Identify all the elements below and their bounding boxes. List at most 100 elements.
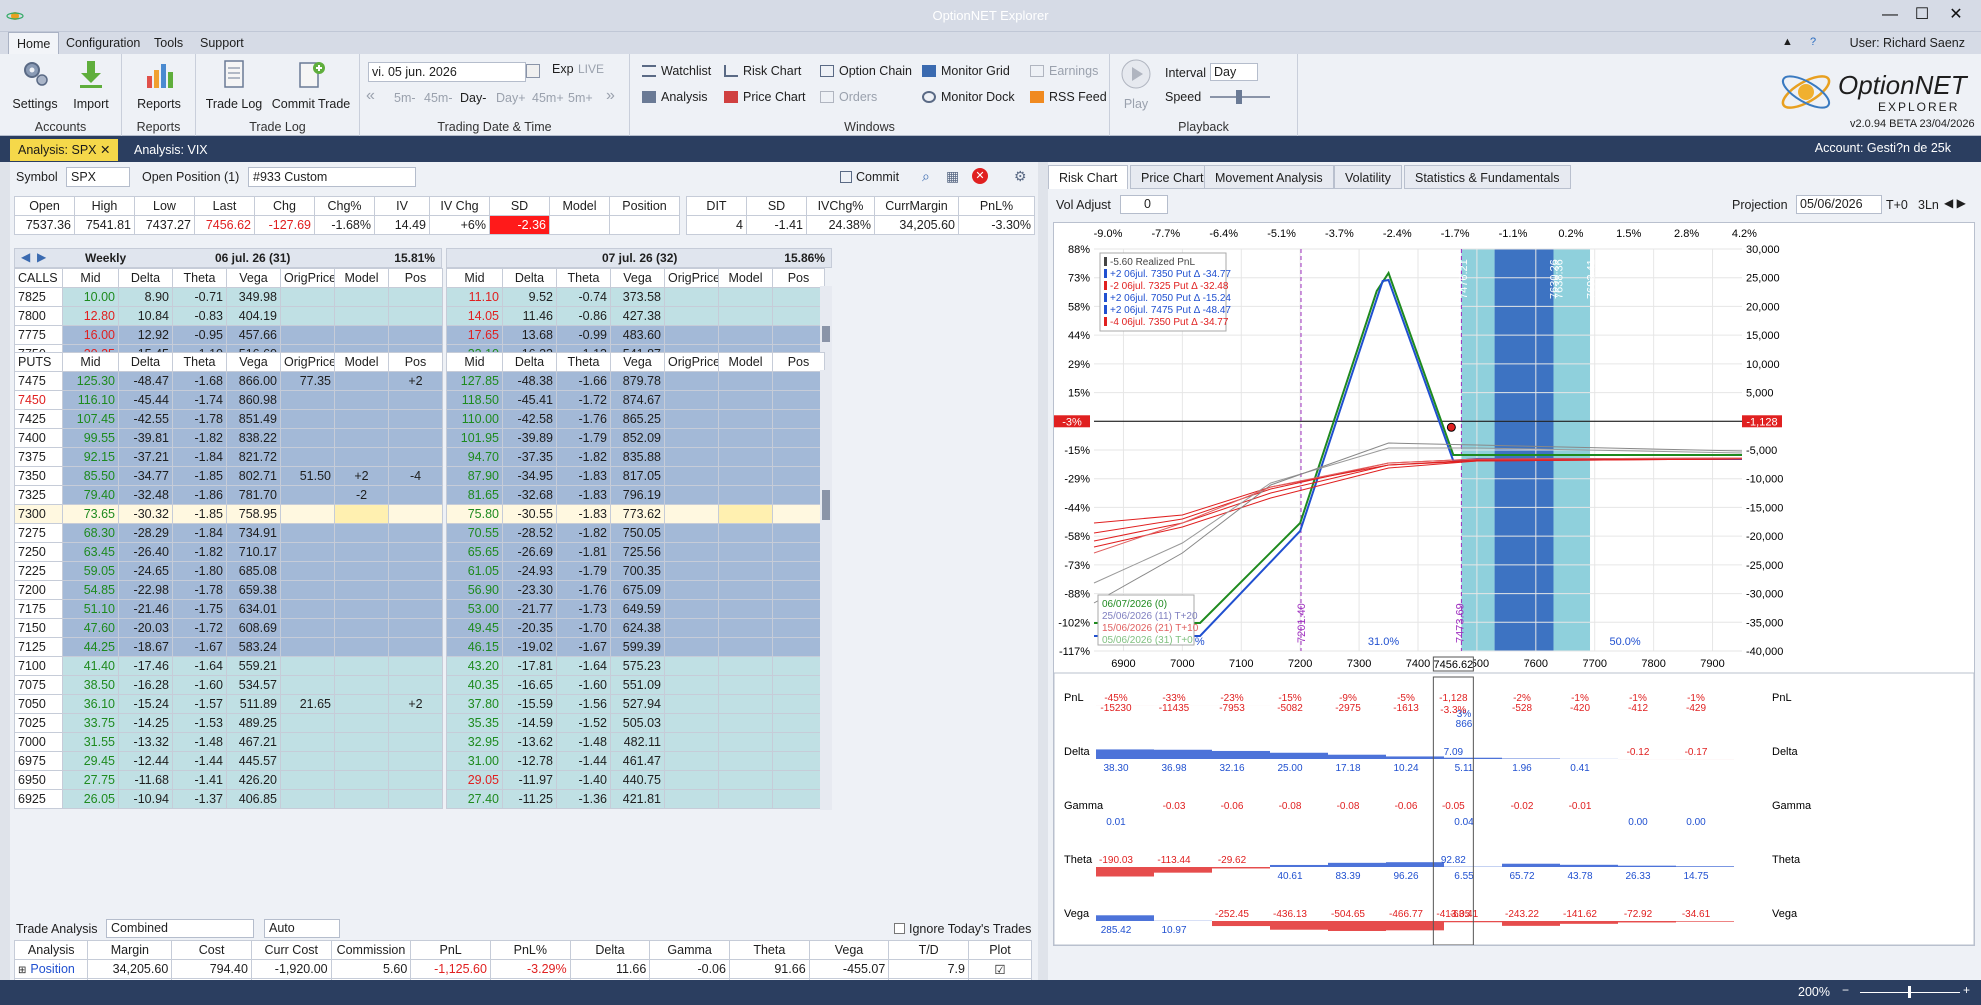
chain-cell[interactable] xyxy=(334,447,389,467)
watchlist-button[interactable]: Watchlist xyxy=(642,64,711,78)
chain-cell[interactable]: -4 xyxy=(388,466,443,486)
analysis-row[interactable]: ⊞ Position 34,205.60 794.40 -1,920.00 5.60 -1,… xyxy=(13,959,1033,979)
chain-cell[interactable] xyxy=(772,485,825,505)
chain-row[interactable]: 110.00 -42.58 -1.76 865.25 xyxy=(446,409,825,429)
risk-chart[interactable]: 6900 7000 7100 7200 7300 7400 7500 7600 7700 7800… xyxy=(1053,222,1975,946)
chain-row[interactable]: 35.35 -14.59 -1.52 505.03 xyxy=(446,713,825,733)
gear-icon[interactable]: ⚙ xyxy=(1014,168,1027,185)
chain-cell[interactable] xyxy=(388,428,443,448)
chain-row[interactable]: 7325 79.40 -32.48 -1.86 781.70 -2 xyxy=(14,485,443,505)
reports-button[interactable]: Reports xyxy=(132,58,186,111)
chain-cell[interactable] xyxy=(388,675,443,695)
chain-cell[interactable] xyxy=(772,694,825,714)
chain-cell[interactable] xyxy=(772,447,825,467)
trade-log-button[interactable]: Trade Log xyxy=(204,58,264,111)
rss-feed-button[interactable]: RSS Feed xyxy=(1030,90,1107,104)
close-tab-icon[interactable]: ✕ xyxy=(100,143,110,157)
risk-chart-button[interactable]: Risk Chart xyxy=(724,64,801,78)
chain-cell[interactable] xyxy=(772,371,825,391)
chain-row[interactable]: 7000 31.55 -13.32 -1.48 467.21 xyxy=(14,732,443,752)
help-icon[interactable]: ? xyxy=(1810,36,1816,48)
chain-cell[interactable] xyxy=(664,504,719,524)
chain-cell[interactable] xyxy=(280,542,335,562)
chain-cell[interactable] xyxy=(280,390,335,410)
chain-cell[interactable] xyxy=(334,789,389,809)
plot-checkbox[interactable]: ☑ xyxy=(967,959,1033,979)
analysis-row-name[interactable]: ⊞ Position xyxy=(13,959,89,979)
chain-row[interactable]: 46.15 -19.02 -1.67 599.39 xyxy=(446,637,825,657)
chain-row[interactable]: 7800 12.80 10.84 -0.83 404.19 xyxy=(14,306,443,326)
chain-cell[interactable] xyxy=(334,306,389,326)
chain-cell[interactable] xyxy=(280,504,335,524)
tab-analysis-spx[interactable]: Analysis: SPX ✕ xyxy=(10,139,119,161)
chain-cell[interactable]: -2 xyxy=(334,485,389,505)
menu-support[interactable]: Support xyxy=(192,32,252,54)
chain-cell[interactable] xyxy=(718,561,773,581)
chain-cell[interactable] xyxy=(664,466,719,486)
chain-cell[interactable] xyxy=(334,656,389,676)
chain-cell[interactable] xyxy=(388,789,443,809)
chain-cell[interactable] xyxy=(388,637,443,657)
chain-cell[interactable] xyxy=(334,694,389,714)
chain-cell[interactable] xyxy=(388,618,443,638)
chain-cell[interactable] xyxy=(388,770,443,790)
chain-cell[interactable] xyxy=(334,580,389,600)
chain-cell[interactable] xyxy=(718,390,773,410)
chain-cell[interactable] xyxy=(664,770,719,790)
prev-expiration-icon[interactable]: ◀ xyxy=(21,250,30,264)
chain-row[interactable]: 14.05 11.46 -0.86 427.38 xyxy=(446,306,825,326)
chain-cell[interactable] xyxy=(664,580,719,600)
collapse-ribbon-icon[interactable]: ▲ xyxy=(1782,36,1793,48)
zoom-in-icon[interactable]: + xyxy=(1963,983,1970,997)
chain-row[interactable]: 70.55 -28.52 -1.82 750.05 xyxy=(446,523,825,543)
chain-cell[interactable] xyxy=(664,618,719,638)
tplus-label[interactable]: T+0 xyxy=(1886,198,1908,212)
chain-cell[interactable] xyxy=(772,504,825,524)
chain-cell[interactable] xyxy=(718,287,773,307)
chain-cell[interactable] xyxy=(280,599,335,619)
chain-cell[interactable] xyxy=(334,618,389,638)
tab-risk-chart[interactable]: Risk Chart xyxy=(1048,165,1129,189)
minimize-button[interactable]: — xyxy=(1875,4,1905,26)
chain-cell[interactable] xyxy=(664,447,719,467)
chain-row[interactable]: 29.05 -11.97 -1.40 440.75 xyxy=(446,770,825,790)
chain-cell[interactable] xyxy=(280,789,335,809)
tab-analysis-vix[interactable]: Analysis: VIX xyxy=(126,139,216,161)
import-button[interactable]: Import xyxy=(66,58,116,111)
chain-row[interactable]: 7175 51.10 -21.46 -1.75 634.01 xyxy=(14,599,443,619)
chain-row[interactable]: 27.40 -11.25 -1.36 421.81 xyxy=(446,789,825,809)
chain-cell[interactable] xyxy=(772,428,825,448)
step-45m-forward[interactable]: 45m+ xyxy=(532,91,564,105)
chain-row[interactable]: 32.95 -13.62 -1.48 482.11 xyxy=(446,732,825,752)
chain-cell[interactable] xyxy=(718,599,773,619)
chain-cell[interactable] xyxy=(334,287,389,307)
chain-cell[interactable] xyxy=(334,428,389,448)
chain-cell[interactable] xyxy=(772,618,825,638)
chain-cell[interactable] xyxy=(280,287,335,307)
chain-row[interactable]: 11.10 9.52 -0.74 373.58 xyxy=(446,287,825,307)
step-45m-back[interactable]: 45m- xyxy=(424,91,452,105)
auto-select[interactable]: Auto xyxy=(264,919,340,938)
chain-cell[interactable] xyxy=(718,447,773,467)
grid-icon[interactable]: ▦ xyxy=(946,168,959,185)
chain-cell[interactable] xyxy=(334,325,389,345)
chain-row[interactable]: 7475 125.30 -48.47 -1.68 866.00 77.35 +2 xyxy=(14,371,443,391)
chain-cell[interactable] xyxy=(334,675,389,695)
chain-cell[interactable] xyxy=(388,390,443,410)
chain-cell[interactable] xyxy=(664,542,719,562)
chain-row[interactable]: 7425 107.45 -42.55 -1.78 851.49 xyxy=(14,409,443,429)
chain-cell[interactable] xyxy=(718,751,773,771)
chain-cell[interactable] xyxy=(664,485,719,505)
chain-cell[interactable] xyxy=(280,770,335,790)
risk-chart-svg[interactable]: 6900 7000 7100 7200 7300 7400 7500 7600 7700 7800… xyxy=(1053,223,1975,946)
chain-cell[interactable] xyxy=(388,751,443,771)
chain-cell[interactable] xyxy=(718,409,773,429)
chain-cell[interactable] xyxy=(718,466,773,486)
chain-cell[interactable] xyxy=(718,675,773,695)
monitor-grid-button[interactable]: Monitor Grid xyxy=(922,64,1010,78)
chain-cell[interactable] xyxy=(772,656,825,676)
chain-cell[interactable] xyxy=(334,751,389,771)
chain-row[interactable]: 31.00 -12.78 -1.44 461.47 xyxy=(446,751,825,771)
chain-cell[interactable] xyxy=(280,428,335,448)
chain-cell[interactable] xyxy=(772,789,825,809)
